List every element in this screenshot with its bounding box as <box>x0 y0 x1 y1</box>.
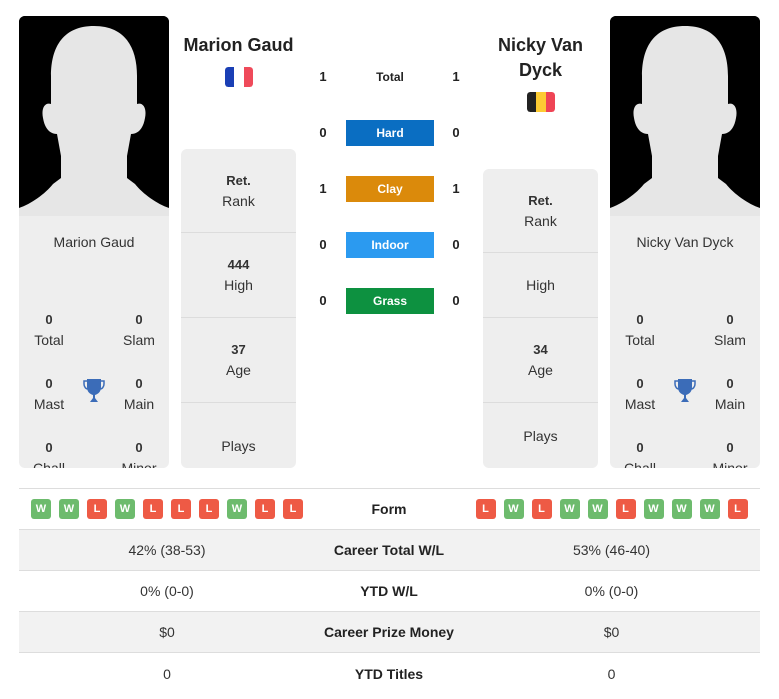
form-loss-badge[interactable]: L <box>531 499 552 519</box>
player2-titles-chall: 0 Chall <box>624 440 656 468</box>
player1-name[interactable]: Marion Gaud <box>176 33 301 58</box>
player2-titles-main: 0 Main <box>714 376 746 412</box>
player1-titles: 0 Total 0 Slam 0 Mast 0 Main 0 Chall 0 M… <box>19 268 169 468</box>
belgium-flag-icon <box>527 92 555 112</box>
player2-titles-mast: 0 Mast <box>624 376 656 412</box>
player1-form: WWLWLLLWLL <box>19 499 315 519</box>
form-win-badge[interactable]: W <box>227 499 247 519</box>
player2-name[interactable]: Nicky Van Dyck <box>478 33 603 83</box>
form-win-badge[interactable]: W <box>587 499 608 519</box>
player1-titles-main: 0 Main <box>123 376 155 412</box>
comparison-table: WWLWLLLWLL Form LWLWWLWWWL 42% (38-53) C… <box>19 488 760 694</box>
form-loss-badge[interactable]: L <box>283 499 303 519</box>
form-win-badge[interactable]: W <box>503 499 524 519</box>
form-win-badge[interactable]: W <box>699 499 720 519</box>
form-loss-badge[interactable]: L <box>255 499 275 519</box>
player2-value: 53% (46-40) <box>572 542 651 558</box>
surface-grass-button[interactable]: Grass <box>346 288 434 314</box>
surface-hard-button[interactable]: Hard <box>346 120 434 146</box>
trophy-icon <box>83 379 105 402</box>
player2-high: High <box>483 253 598 318</box>
player1-age: 37 Age <box>181 318 296 403</box>
player1-plays: Plays <box>221 437 256 454</box>
form-loss-badge[interactable]: L <box>615 499 636 519</box>
form-label: Form <box>371 501 407 517</box>
form-win-badge[interactable]: W <box>643 499 664 519</box>
h2h-grass: 0 Grass 0 <box>310 288 470 314</box>
form-loss-badge[interactable]: L <box>87 499 107 519</box>
player1-profile-card: Marion Gaud 0 Total 0 Slam 0 Mast 0 Main… <box>19 16 169 468</box>
player1-titles-total: 0 Total <box>34 312 64 348</box>
player1-info-card: Ret. Rank 444 High 37 Age Plays <box>181 149 296 468</box>
player2-value: $0 <box>603 624 620 640</box>
player1-high: 444 High <box>181 233 296 318</box>
form-loss-badge[interactable]: L <box>199 499 219 519</box>
form-win-badge[interactable]: W <box>671 499 692 519</box>
trophy-icon <box>674 379 696 402</box>
surface-clay-button[interactable]: Clay <box>346 176 434 202</box>
h2h-hard: 0 Hard 0 <box>310 120 470 146</box>
player2-profile-card: Nicky Van Dyck 0 Total 0 Slam 0 Mast 0 M… <box>610 16 760 468</box>
row-label: Career Prize Money <box>324 624 454 640</box>
player1-rank: Ret. Rank <box>181 149 296 233</box>
player2-form: LWLWWLWWWL <box>463 499 760 519</box>
player2-card-name: Nicky Van Dyck <box>636 234 734 250</box>
player2-age: 34 Age <box>483 318 598 403</box>
table-row: 0 YTD Titles 0 <box>19 653 760 694</box>
form-win-badge[interactable]: W <box>559 499 580 519</box>
player2-titles-minor: 0 Minor <box>712 440 748 468</box>
surface-indoor-button[interactable]: Indoor <box>346 232 434 258</box>
player2-rank: Ret. Rank <box>483 169 598 253</box>
france-flag-icon <box>225 67 253 87</box>
row-label: YTD W/L <box>360 583 418 599</box>
player1-titles-chall: 0 Chall <box>33 440 65 468</box>
row-label: YTD Titles <box>354 665 424 682</box>
player1-titles-slam: 0 Slam <box>123 312 155 348</box>
silhouette-icon <box>610 16 760 216</box>
h2h-total: 1 Total 1 <box>319 69 460 84</box>
player2-titles: 0 Total 0 Slam 0 Mast 0 Main 0 Chall 0 M… <box>610 268 760 468</box>
form-loss-badge[interactable]: L <box>727 499 748 519</box>
player2-titles-slam: 0 Slam <box>714 312 746 348</box>
table-row: 0% (0-0) YTD W/L 0% (0-0) <box>19 571 760 612</box>
table-row: $0 Career Prize Money $0 <box>19 612 760 653</box>
form-win-badge[interactable]: W <box>59 499 79 519</box>
form-loss-badge[interactable]: L <box>475 499 496 519</box>
player1-card-name: Marion Gaud <box>53 234 135 250</box>
form-loss-badge[interactable]: L <box>171 499 191 519</box>
player2-plays: Plays <box>523 427 558 444</box>
player2-photo[interactable] <box>610 16 760 216</box>
row-label: Career Total W/L <box>333 542 445 558</box>
player2-titles-total: 0 Total <box>625 312 655 348</box>
player1-value: 0 <box>163 665 171 682</box>
h2h-clay: 1 Clay 1 <box>310 176 470 202</box>
player1-titles-minor: 0 Minor <box>121 440 157 468</box>
h2h-indoor: 0 Indoor 0 <box>310 232 470 258</box>
player1-photo[interactable] <box>19 16 169 216</box>
table-row: 42% (38-53) Career Total W/L 53% (46-40) <box>19 530 760 571</box>
player2-info-card: Ret. Rank High 34 Age Plays <box>483 169 598 468</box>
player2-value: 0% (0-0) <box>584 583 639 599</box>
form-row: WWLWLLLWLL Form LWLWWLWWWL <box>19 489 760 530</box>
player1-titles-mast: 0 Mast <box>33 376 65 412</box>
player1-value: 42% (38-53) <box>128 542 206 558</box>
silhouette-icon <box>19 16 169 216</box>
form-win-badge[interactable]: W <box>31 499 51 519</box>
player2-value: 0 <box>607 665 616 682</box>
form-win-badge[interactable]: W <box>115 499 135 519</box>
player1-value: $0 <box>159 624 175 640</box>
player1-value: 0% (0-0) <box>140 583 194 599</box>
form-loss-badge[interactable]: L <box>143 499 163 519</box>
